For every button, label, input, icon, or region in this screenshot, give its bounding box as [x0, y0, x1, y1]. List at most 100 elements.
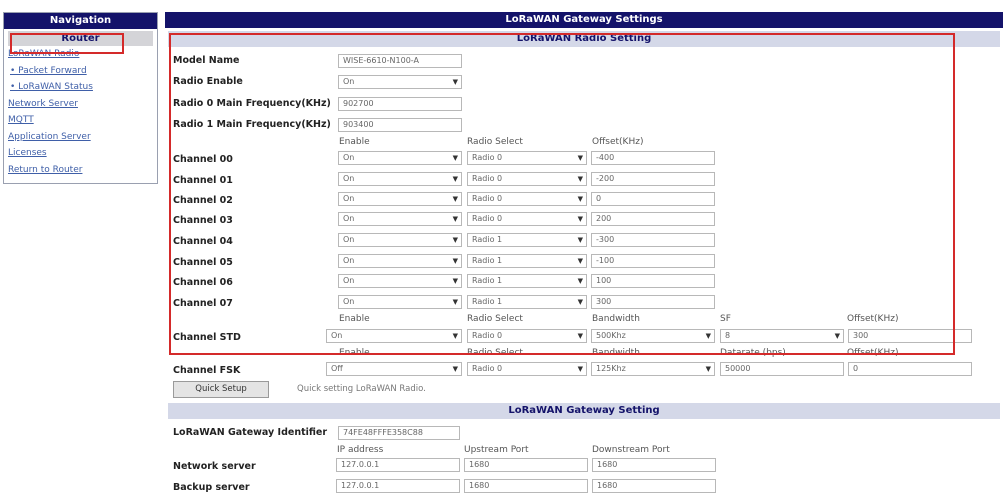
channel-enable-select[interactable]: On ▼: [338, 295, 462, 309]
channel-enable-select[interactable]: On ▼: [338, 233, 462, 247]
radio-enable-select[interactable]: On ▼: [338, 75, 462, 89]
dropdown-arrow-icon: ▼: [452, 236, 458, 244]
radio1-frequency-label: Radio 1 Main Frequency(KHz): [173, 119, 331, 130]
channel-radio-select[interactable]: Radio 1 ▼: [467, 274, 587, 288]
channel-std-sf-value: 8: [725, 331, 731, 340]
nav-link-lorawan-status[interactable]: • LoRaWAN Status: [8, 79, 157, 96]
channel-std-radio-select[interactable]: Radio 0 ▼: [467, 329, 587, 343]
channel-label: Channel 01: [173, 175, 233, 186]
channel-enable-select[interactable]: On ▼: [338, 212, 462, 226]
channel-enable-column-header: Enable: [339, 137, 370, 147]
nav-link-lorawan-radio[interactable]: LoRaWAN Radio: [8, 46, 157, 63]
router-section-header: Router: [8, 31, 153, 46]
navigation-title: Navigation: [4, 13, 157, 29]
std-enable-column-header: Enable: [339, 314, 370, 324]
channel-fsk-radio-select[interactable]: Radio 0 ▼: [467, 362, 587, 376]
std-sf-column-header: SF: [720, 314, 731, 324]
channel-radio-value: Radio 1: [472, 276, 503, 285]
channel-offset-field[interactable]: -300: [591, 233, 715, 247]
nav-link-mqtt[interactable]: MQTT: [8, 112, 157, 129]
channel-label: Channel 00: [173, 154, 233, 165]
channel-radio-select[interactable]: Radio 0 ▼: [467, 172, 587, 186]
fsk-datarate-column-header: Datarate (bps): [720, 348, 786, 358]
channel-radio-select[interactable]: Radio 0 ▼: [467, 212, 587, 226]
channel-fsk-offset-field[interactable]: 0: [848, 362, 972, 376]
channel-std-sf-select[interactable]: 8 ▼: [720, 329, 844, 343]
channel-std-bandwidth-value: 500Khz: [596, 331, 626, 340]
channel-enable-value: On: [343, 256, 355, 265]
channel-offset-field[interactable]: 0: [591, 192, 715, 206]
radio0-frequency-field[interactable]: 902700: [338, 97, 462, 111]
dropdown-arrow-icon: ▼: [705, 332, 711, 340]
nav-link-return-to-router[interactable]: Return to Router: [8, 162, 157, 179]
radio1-frequency-field[interactable]: 903400: [338, 118, 462, 132]
dropdown-arrow-icon: ▼: [577, 236, 583, 244]
channel-enable-value: On: [343, 276, 355, 285]
channel-radio-select[interactable]: Radio 1 ▼: [467, 233, 587, 247]
fsk-radio-select-column-header: Radio Select: [467, 348, 523, 358]
channel-offset-field[interactable]: -200: [591, 172, 715, 186]
channel-radio-select[interactable]: Radio 0 ▼: [467, 151, 587, 165]
server-downstream-port-field[interactable]: 1680: [592, 479, 716, 493]
server-ip-field[interactable]: 127.0.0.1: [336, 479, 460, 493]
model-name-field[interactable]: WISE-6610-N100-A: [338, 54, 462, 68]
downstream-port-column-header: Downstream Port: [592, 445, 670, 455]
channel-radio-select[interactable]: Radio 1 ▼: [467, 295, 587, 309]
channel-offset-column-header: Offset(KHz): [592, 137, 644, 147]
channel-radio-value: Radio 1: [472, 235, 503, 244]
channel-offset-field[interactable]: 100: [591, 274, 715, 288]
dropdown-arrow-icon: ▼: [452, 277, 458, 285]
channel-radio-select[interactable]: Radio 1 ▼: [467, 254, 587, 268]
fsk-offset-column-header: Offset(KHz): [847, 348, 899, 358]
dropdown-arrow-icon: ▼: [452, 78, 458, 86]
channel-enable-value: On: [343, 297, 355, 306]
channel-label: Channel 06: [173, 277, 233, 288]
dropdown-arrow-icon: ▼: [705, 365, 711, 373]
channel-enable-select[interactable]: On ▼: [338, 151, 462, 165]
dropdown-arrow-icon: ▼: [577, 154, 583, 162]
channel-label: Channel 03: [173, 215, 233, 226]
channel-enable-select[interactable]: On ▼: [338, 254, 462, 268]
channel-offset-field[interactable]: 300: [591, 295, 715, 309]
quick-setup-hint: Quick setting LoRaWAN Radio.: [297, 384, 426, 394]
nav-link-packet-forward[interactable]: • Packet Forward: [8, 63, 157, 80]
channel-offset-field[interactable]: -400: [591, 151, 715, 165]
channel-radio-select-column-header: Radio Select: [467, 137, 523, 147]
channel-std-offset-field[interactable]: 300: [848, 329, 972, 343]
dropdown-arrow-icon: ▼: [577, 365, 583, 373]
channel-fsk-enable-select[interactable]: Off ▼: [326, 362, 462, 376]
gateway-id-field[interactable]: 74FE48FFFE358C88: [338, 426, 460, 440]
server-upstream-port-field[interactable]: 1680: [464, 479, 588, 493]
channel-std-enable-value: On: [331, 331, 343, 340]
server-ip-field[interactable]: 127.0.0.1: [336, 458, 460, 472]
dropdown-arrow-icon: ▼: [577, 257, 583, 265]
channel-enable-select[interactable]: On ▼: [338, 274, 462, 288]
quick-setup-button[interactable]: Quick Setup: [173, 381, 269, 398]
dropdown-arrow-icon: ▼: [452, 298, 458, 306]
channel-fsk-label: Channel FSK: [173, 365, 241, 376]
gateway-section-header: LoRaWAN Gateway Setting: [168, 403, 1000, 419]
channel-label: Channel 02: [173, 195, 233, 206]
channel-std-enable-select[interactable]: On ▼: [326, 329, 462, 343]
channel-enable-value: On: [343, 235, 355, 244]
channel-enable-select[interactable]: On ▼: [338, 172, 462, 186]
radio-section-header: LoRaWAN Radio Setting: [168, 31, 1000, 47]
channel-enable-select[interactable]: On ▼: [338, 192, 462, 206]
channel-radio-value: Radio 0: [472, 194, 503, 203]
channel-offset-field[interactable]: -100: [591, 254, 715, 268]
channel-offset-field[interactable]: 200: [591, 212, 715, 226]
dropdown-arrow-icon: ▼: [834, 332, 840, 340]
dropdown-arrow-icon: ▼: [577, 195, 583, 203]
dropdown-arrow-icon: ▼: [577, 175, 583, 183]
server-downstream-port-field[interactable]: 1680: [592, 458, 716, 472]
channel-fsk-datarate-field[interactable]: 50000: [720, 362, 844, 376]
nav-link-licenses[interactable]: Licenses: [8, 145, 157, 162]
dropdown-arrow-icon: ▼: [577, 332, 583, 340]
channel-enable-value: On: [343, 174, 355, 183]
nav-link-application-server[interactable]: Application Server: [8, 129, 157, 146]
server-upstream-port-field[interactable]: 1680: [464, 458, 588, 472]
nav-link-network-server[interactable]: Network Server: [8, 96, 157, 113]
channel-fsk-bandwidth-select[interactable]: 125Khz ▼: [591, 362, 715, 376]
channel-radio-select[interactable]: Radio 0 ▼: [467, 192, 587, 206]
channel-std-bandwidth-select[interactable]: 500Khz ▼: [591, 329, 715, 343]
